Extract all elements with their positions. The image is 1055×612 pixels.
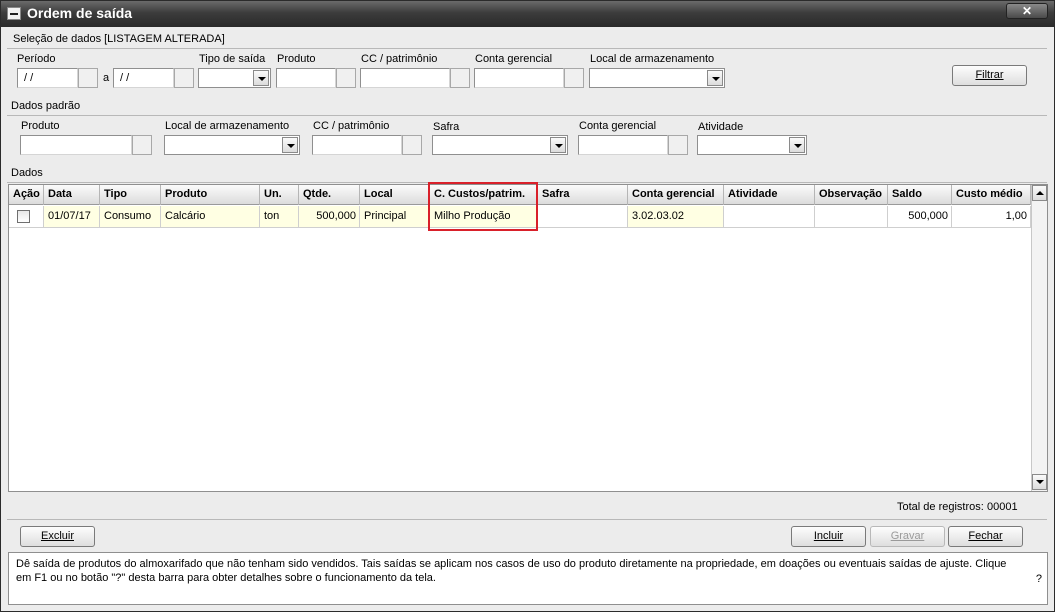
close-button[interactable]: ✕: [1006, 3, 1048, 19]
cell-qtde[interactable]: 500,000: [299, 206, 360, 228]
chevron-down-icon[interactable]: [282, 137, 298, 153]
atividade-default-label: Atividade: [698, 121, 744, 133]
tipo-saida-select[interactable]: [198, 68, 271, 88]
produto-filter-lookup-button[interactable]: [336, 68, 356, 88]
cell-data[interactable]: 01/07/17: [44, 206, 100, 228]
cell-un[interactable]: ton: [260, 206, 299, 228]
local-default-select[interactable]: [164, 135, 300, 155]
cell-conta[interactable]: 3.02.03.02: [628, 206, 724, 228]
atividade-default-select[interactable]: [697, 135, 807, 155]
table-row[interactable]: 01/07/17 Consumo Calcário ton 500,000 Pr…: [9, 206, 1031, 228]
safra-default-select[interactable]: [432, 135, 568, 155]
col-header-observacao[interactable]: Observação: [815, 185, 888, 205]
selection-section-title: Seleção de dados [LISTAGEM ALTERADA]: [13, 33, 225, 45]
chevron-down-icon[interactable]: [550, 137, 566, 153]
col-header-qtde[interactable]: Qtde.: [299, 185, 360, 205]
conta-default-input[interactable]: [578, 135, 668, 155]
local-default-label: Local de armazenamento: [165, 120, 290, 132]
cell-local[interactable]: Principal: [360, 206, 430, 228]
produto-filter-input[interactable]: [276, 68, 336, 88]
filtrar-button[interactable]: Filtrar: [952, 65, 1027, 86]
scroll-down-icon[interactable]: [1032, 474, 1047, 490]
periodo-from-input[interactable]: / /: [17, 68, 78, 88]
ordem-grid[interactable]: Ação Data Tipo Produto Un. Qtde. Local C…: [8, 184, 1048, 492]
periodo-separator: a: [103, 72, 110, 84]
selection-divider: [7, 48, 1047, 49]
cell-observacao[interactable]: [815, 206, 888, 228]
col-header-un[interactable]: Un.: [260, 185, 299, 205]
tipo-saida-label: Tipo de saída: [199, 53, 266, 65]
cc-filter-label: CC / patrimônio: [361, 53, 438, 65]
cc-filter-lookup-button[interactable]: [450, 68, 470, 88]
chevron-down-icon[interactable]: [253, 70, 269, 86]
periodo-label: Período: [17, 53, 56, 65]
cc-default-lookup-button[interactable]: [402, 135, 422, 155]
cell-safra[interactable]: [538, 206, 628, 228]
col-header-safra[interactable]: Safra: [538, 185, 628, 205]
scroll-up-icon[interactable]: [1032, 185, 1047, 201]
produto-default-input[interactable]: [20, 135, 132, 155]
cell-tipo[interactable]: Consumo: [100, 206, 161, 228]
produto-default-label: Produto: [21, 120, 60, 132]
conta-default-lookup-button[interactable]: [668, 135, 688, 155]
cell-atividade[interactable]: [724, 206, 815, 228]
incluir-button[interactable]: Incluir: [791, 526, 866, 547]
col-header-saldo[interactable]: Saldo: [888, 185, 952, 205]
chevron-down-icon[interactable]: [707, 70, 723, 86]
help-question-button[interactable]: ?: [1036, 573, 1042, 585]
col-header-cc[interactable]: C. Custos/patrim.: [430, 185, 538, 205]
window-menu-icon[interactable]: [7, 7, 21, 20]
safra-default-label: Safra: [433, 121, 460, 133]
cc-filter-input[interactable]: [360, 68, 450, 88]
col-header-data[interactable]: Data: [44, 185, 100, 205]
col-header-local[interactable]: Local: [360, 185, 430, 205]
data-section-title: Dados: [11, 167, 43, 179]
periodo-from-calendar-button[interactable]: [78, 68, 98, 88]
fechar-button[interactable]: Fechar: [948, 526, 1023, 547]
total-registros-value: 00001: [987, 501, 1018, 513]
help-text: Dê saída de produtos do almoxarifado que…: [16, 558, 1007, 584]
produto-filter-label: Produto: [277, 53, 316, 65]
cell-saldo: 500,000: [888, 206, 952, 228]
chevron-down-icon[interactable]: [789, 137, 805, 153]
window-title: Ordem de saída: [27, 5, 133, 21]
conta-filter-label: Conta gerencial: [475, 53, 553, 65]
local-filter-select[interactable]: [589, 68, 725, 88]
defaults-section-title: Dados padrão: [11, 100, 81, 112]
cc-default-input[interactable]: [312, 135, 402, 155]
cell-cc[interactable]: Milho Produção: [430, 206, 538, 228]
cc-default-label: CC / patrimônio: [313, 120, 390, 132]
defaults-divider: [7, 115, 1047, 116]
cell-custo-medio: 1,00: [952, 206, 1031, 228]
grid-header: Ação Data Tipo Produto Un. Qtde. Local C…: [9, 185, 1031, 205]
conta-filter-lookup-button[interactable]: [564, 68, 584, 88]
produto-default-lookup-button[interactable]: [132, 135, 152, 155]
conta-default-label: Conta gerencial: [579, 120, 657, 132]
row-action-cell[interactable]: [9, 206, 44, 228]
title-bar: Ordem de saída ✕: [1, 1, 1054, 27]
col-header-tipo[interactable]: Tipo: [100, 185, 161, 205]
col-header-atividade[interactable]: Atividade: [724, 185, 815, 205]
data-divider: [7, 182, 1047, 183]
gravar-button: Gravar: [870, 526, 945, 547]
actions-divider: [7, 519, 1047, 520]
col-header-produto[interactable]: Produto: [161, 185, 260, 205]
row-select-checkbox[interactable]: [17, 210, 30, 223]
help-bar: Dê saída de produtos do almoxarifado que…: [8, 552, 1048, 605]
col-header-acao[interactable]: Ação: [9, 185, 44, 205]
grid-vertical-scrollbar[interactable]: [1031, 185, 1047, 491]
col-header-conta[interactable]: Conta gerencial: [628, 185, 724, 205]
total-registros-label: Total de registros:: [897, 501, 984, 513]
ordem-de-saida-window: Ordem de saída ✕ Seleção de dados [LISTA…: [0, 0, 1055, 612]
local-filter-label: Local de armazenamento: [590, 53, 715, 65]
conta-filter-input[interactable]: [474, 68, 564, 88]
excluir-button[interactable]: Excluir: [20, 526, 95, 547]
col-header-custo-medio[interactable]: Custo médio: [952, 185, 1031, 205]
cell-produto[interactable]: Calcário: [161, 206, 260, 228]
periodo-to-calendar-button[interactable]: [174, 68, 194, 88]
periodo-to-input[interactable]: / /: [113, 68, 174, 88]
